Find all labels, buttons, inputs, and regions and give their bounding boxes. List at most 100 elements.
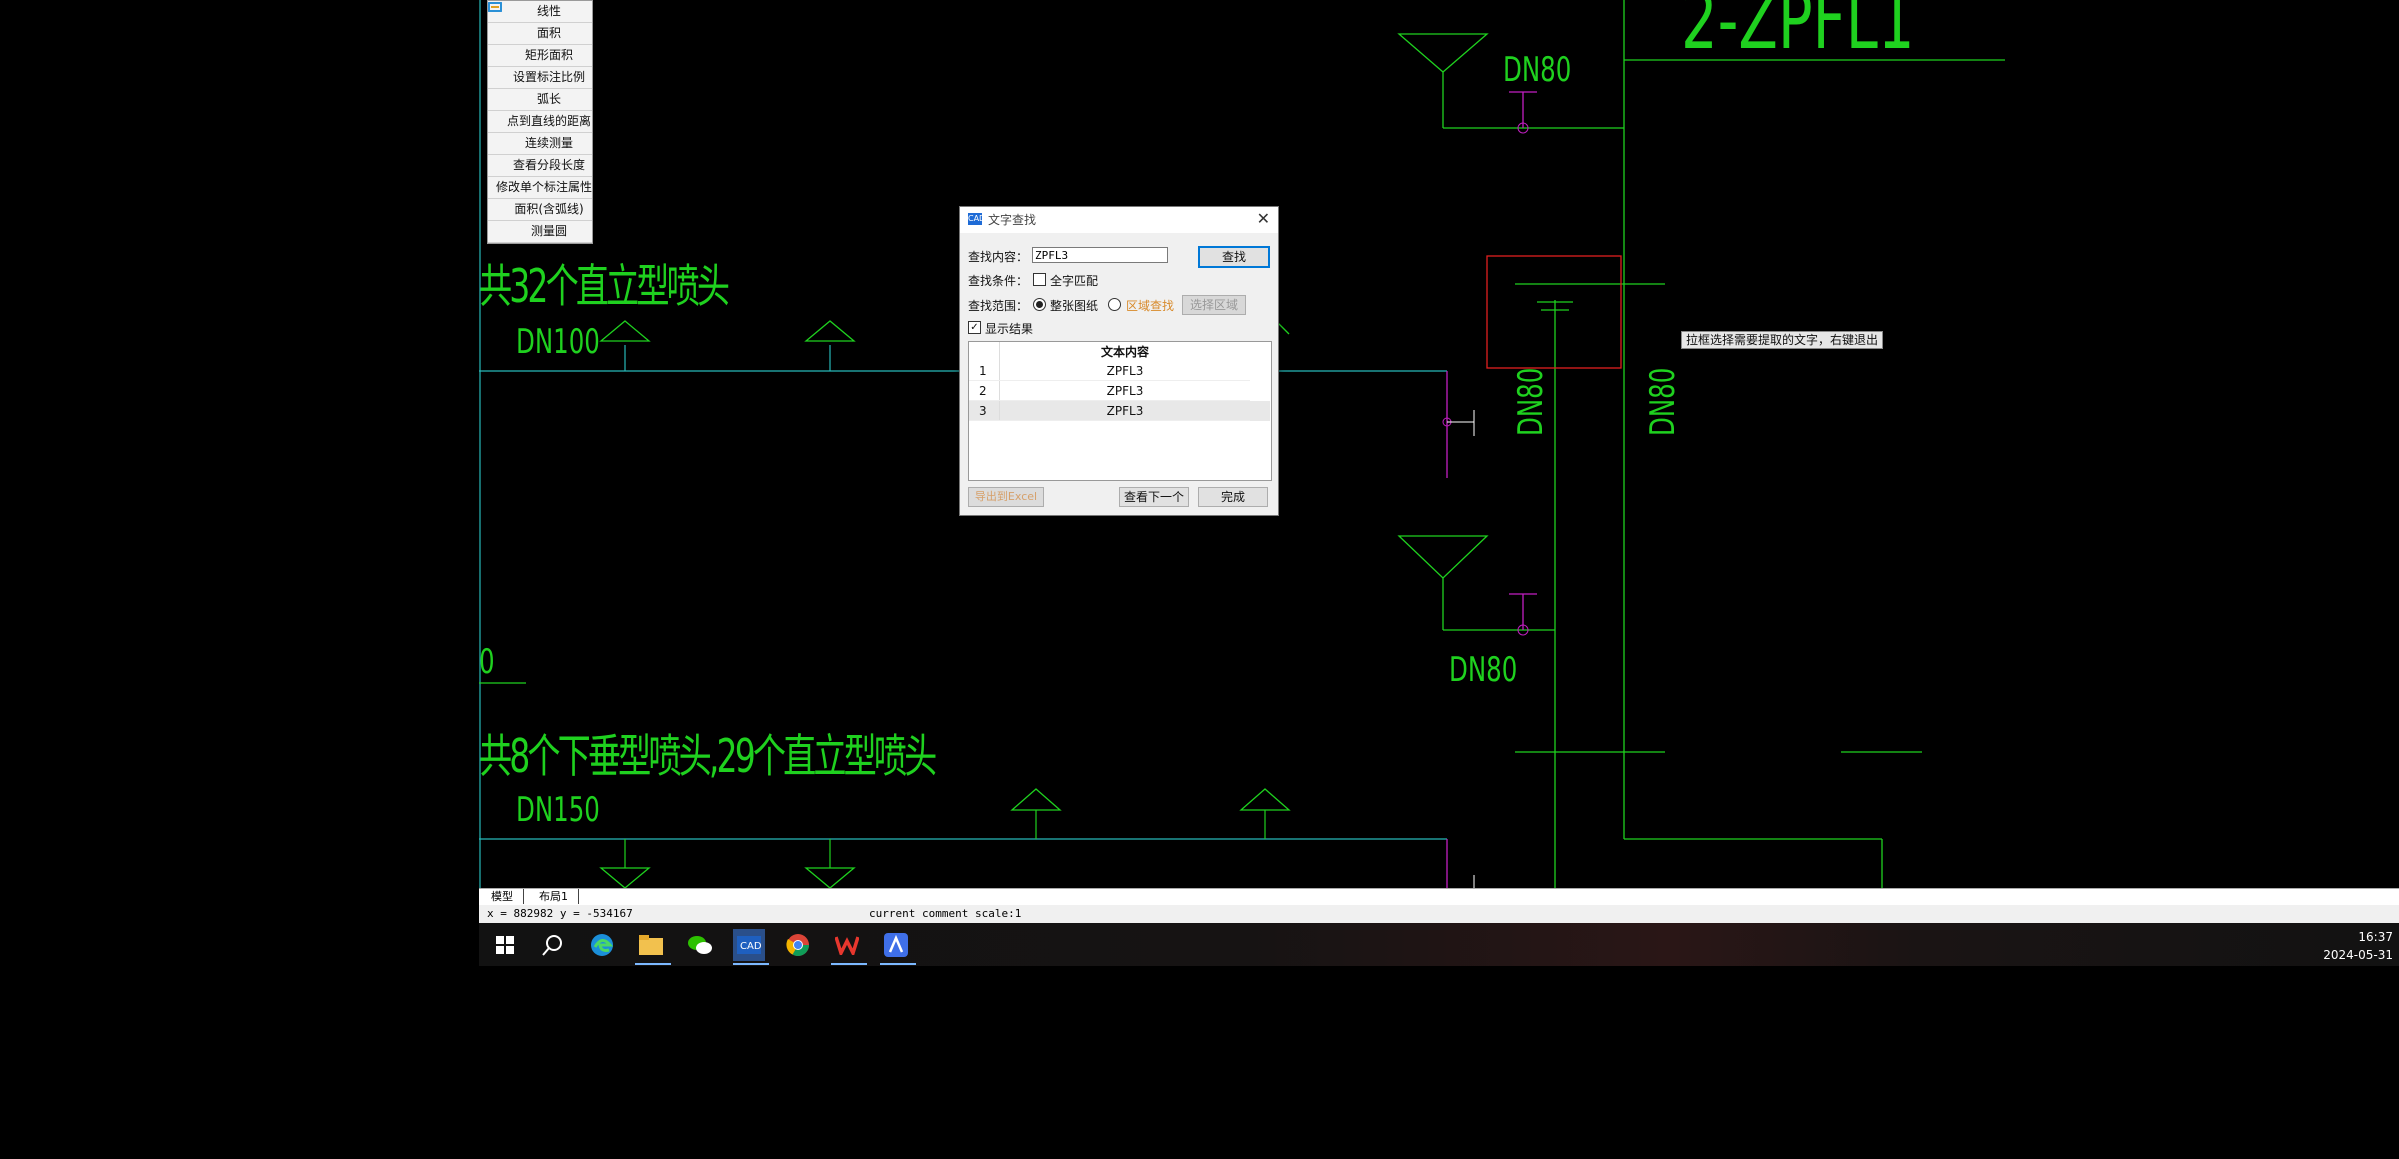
edge-icon[interactable]	[586, 929, 618, 961]
measure-menu-item-label: 面积	[536, 26, 561, 40]
measure-menu-item-label: 修改单个标注属性	[495, 180, 592, 194]
drawing-text-dn80-vertical-2: DN80	[1643, 367, 1683, 436]
segment-length-icon	[488, 2, 509, 172]
svg-text:CAD: CAD	[740, 941, 761, 952]
measure-menu-item[interactable]: 修改单个标注属性	[488, 2, 592, 199]
measure-menu-item-label: 矩形面积	[524, 48, 573, 62]
export-excel-button: 导出到Excel	[968, 487, 1044, 507]
selection-tooltip: 拉框选择需要提取的文字，右键退出	[1681, 331, 1884, 349]
clock-time: 16:37	[2358, 930, 2393, 944]
drawing-text-dn80-top: DN80	[1503, 50, 1572, 90]
measure-menu-item-label: 查看分段长度	[512, 158, 585, 172]
taskbar: CAD 16:37 2024-05-31	[479, 923, 2399, 966]
measure-menu-item[interactable]: 弧长	[488, 2, 592, 111]
measure-menu-item-label: 点到直线的距离	[506, 114, 591, 128]
text-find-dialog: CAD 文字查找 ✕ 查找内容： 查找 查找条件： 全字匹配 查找范围： 整张图…	[959, 206, 1279, 516]
row-text: ZPFL3	[999, 361, 1250, 381]
drawing-text-dn80-middle: DN80	[1449, 650, 1518, 690]
dialog-titlebar[interactable]: CAD 文字查找 ✕	[960, 207, 1278, 233]
table-row[interactable]: 3 ZPFL3	[969, 400, 1270, 421]
export-excel-label: 导出到Excel	[974, 490, 1038, 503]
table-row[interactable]: 2 ZPFL3	[969, 380, 1270, 401]
done-button[interactable]: 完成	[1198, 487, 1268, 507]
drawing-text-dn100: DN100	[516, 322, 600, 362]
measure-menu-item[interactable]: 设置标注比例	[488, 2, 592, 89]
measure-menu-item[interactable]: 面积(含弧线)	[488, 2, 592, 221]
rectangle-area-icon	[488, 2, 521, 62]
windows-start-icon[interactable]	[489, 929, 521, 961]
dialog-title: 文字查找	[988, 213, 1037, 227]
continuous-measure-icon	[488, 2, 521, 150]
cad-viewer-icon[interactable]: CAD	[733, 929, 769, 965]
show-results-checkbox[interactable]: ✓	[968, 321, 981, 334]
drawing-text-dn80-vertical-1: DN80	[1511, 367, 1551, 436]
scope-area-radio[interactable]	[1108, 298, 1121, 311]
wps-icon[interactable]	[831, 929, 867, 965]
table-row[interactable]: 1 ZPFL3	[969, 361, 1270, 381]
scope-whole-label: 整张图纸	[1050, 299, 1099, 313]
drawing-text-zero: 0	[479, 642, 495, 682]
layout-tabs: 模型 布局1	[479, 888, 2399, 905]
results-table[interactable]: 文本内容 1 ZPFL3 2 ZPFL3 3 ZPFL3	[968, 341, 1272, 481]
measure-circle-icon	[488, 2, 527, 238]
row-text: ZPFL3	[999, 380, 1250, 401]
row-index: 3	[969, 400, 1000, 421]
measure-menu-item[interactable]: 查看分段长度	[488, 2, 592, 177]
status-bar: x = 882982 y = -534167 current comment s…	[479, 905, 2399, 923]
arc-area-icon	[488, 2, 510, 216]
find-label: 查找内容：	[968, 250, 1029, 264]
measure-menu-item-label: 连续测量	[524, 136, 573, 150]
measure-menu: 线性面积矩形面积设置标注比例 弧长点到直线的距离 连续测量查看分段长度修改单个标注属…	[487, 0, 593, 244]
cad-drawing-canvas[interactable]: 共32个直立型喷头 DN100 共8个下垂型喷头,29个直立型喷头 DN150 …	[479, 0, 2399, 888]
system-clock[interactable]: 16:37 2024-05-31	[2323, 928, 2393, 964]
measure-menu-item-label: 弧长	[536, 92, 561, 106]
file-explorer-icon[interactable]	[635, 929, 671, 965]
measure-menu-item-label: 设置标注比例	[512, 70, 585, 84]
drawing-text-dn150: DN150	[516, 790, 600, 830]
close-icon[interactable]: ✕	[1257, 209, 1270, 228]
chrome-icon[interactable]	[782, 929, 814, 961]
scope-area-label: 区域查找	[1126, 299, 1175, 313]
condition-label: 查找条件：	[968, 274, 1029, 288]
measure-menu-item-label: 面积(含弧线)	[514, 202, 584, 216]
select-area-label: 选择区域	[1189, 298, 1238, 312]
measure-menu-item[interactable]: 面积	[488, 2, 592, 45]
point-line-distance-icon	[488, 2, 503, 128]
measure-menu-item[interactable]: 点到直线的距离	[488, 2, 592, 133]
select-area-button: 选择区域	[1182, 295, 1246, 315]
tab-model[interactable]: 模型	[481, 889, 524, 904]
whole-word-label: 全字匹配	[1050, 274, 1099, 288]
measure-menu-item[interactable]: 连续测量	[488, 2, 592, 155]
screen: 共32个直立型喷头 DN100 共8个下垂型喷头,29个直立型喷头 DN150 …	[479, 0, 2399, 966]
app-icon[interactable]	[880, 929, 916, 965]
wechat-icon[interactable]	[684, 929, 716, 961]
drawing-text-sprinkler-count-2: 共8个下垂型喷头,29个直立型喷头	[479, 729, 937, 783]
scope-label: 查找范围：	[968, 299, 1029, 313]
drawing-text-sprinkler-count-1: 共32个直立型喷头	[479, 259, 730, 313]
measure-menu-item-label: 测量圆	[530, 224, 567, 238]
measure-menu-item[interactable]: 测量圆	[488, 2, 592, 243]
next-button[interactable]: 查看下一个	[1119, 487, 1189, 507]
comment-scale: current comment scale:1	[869, 907, 1022, 920]
clock-date: 2024-05-31	[2323, 948, 2393, 962]
drawing-text-pipe-label: 2-ZPFL1	[1681, 0, 1915, 67]
measure-menu-item[interactable]: 矩形面积	[488, 2, 592, 67]
arc-length-icon	[488, 2, 533, 106]
area-icon	[488, 2, 533, 40]
search-icon[interactable]	[537, 929, 569, 961]
scope-whole-radio[interactable]	[1033, 298, 1046, 311]
show-results-label: 显示结果	[985, 322, 1034, 336]
whole-word-checkbox[interactable]	[1033, 273, 1046, 286]
scale-icon	[488, 2, 509, 84]
measure-menu-item-label: 线性	[536, 4, 561, 18]
row-index: 2	[969, 380, 1000, 401]
find-input[interactable]	[1032, 247, 1168, 263]
results-header: 文本内容	[1100, 345, 1149, 359]
app-logo-icon: CAD	[968, 213, 986, 225]
measure-menu-item[interactable]: 线性	[488, 1, 592, 23]
edit-dimension-icon	[488, 2, 502, 194]
row-index: 1	[969, 361, 1000, 381]
tab-layout1[interactable]: 布局1	[529, 889, 579, 904]
find-button[interactable]: 查找	[1198, 246, 1270, 268]
row-text: ZPFL3	[999, 400, 1250, 421]
